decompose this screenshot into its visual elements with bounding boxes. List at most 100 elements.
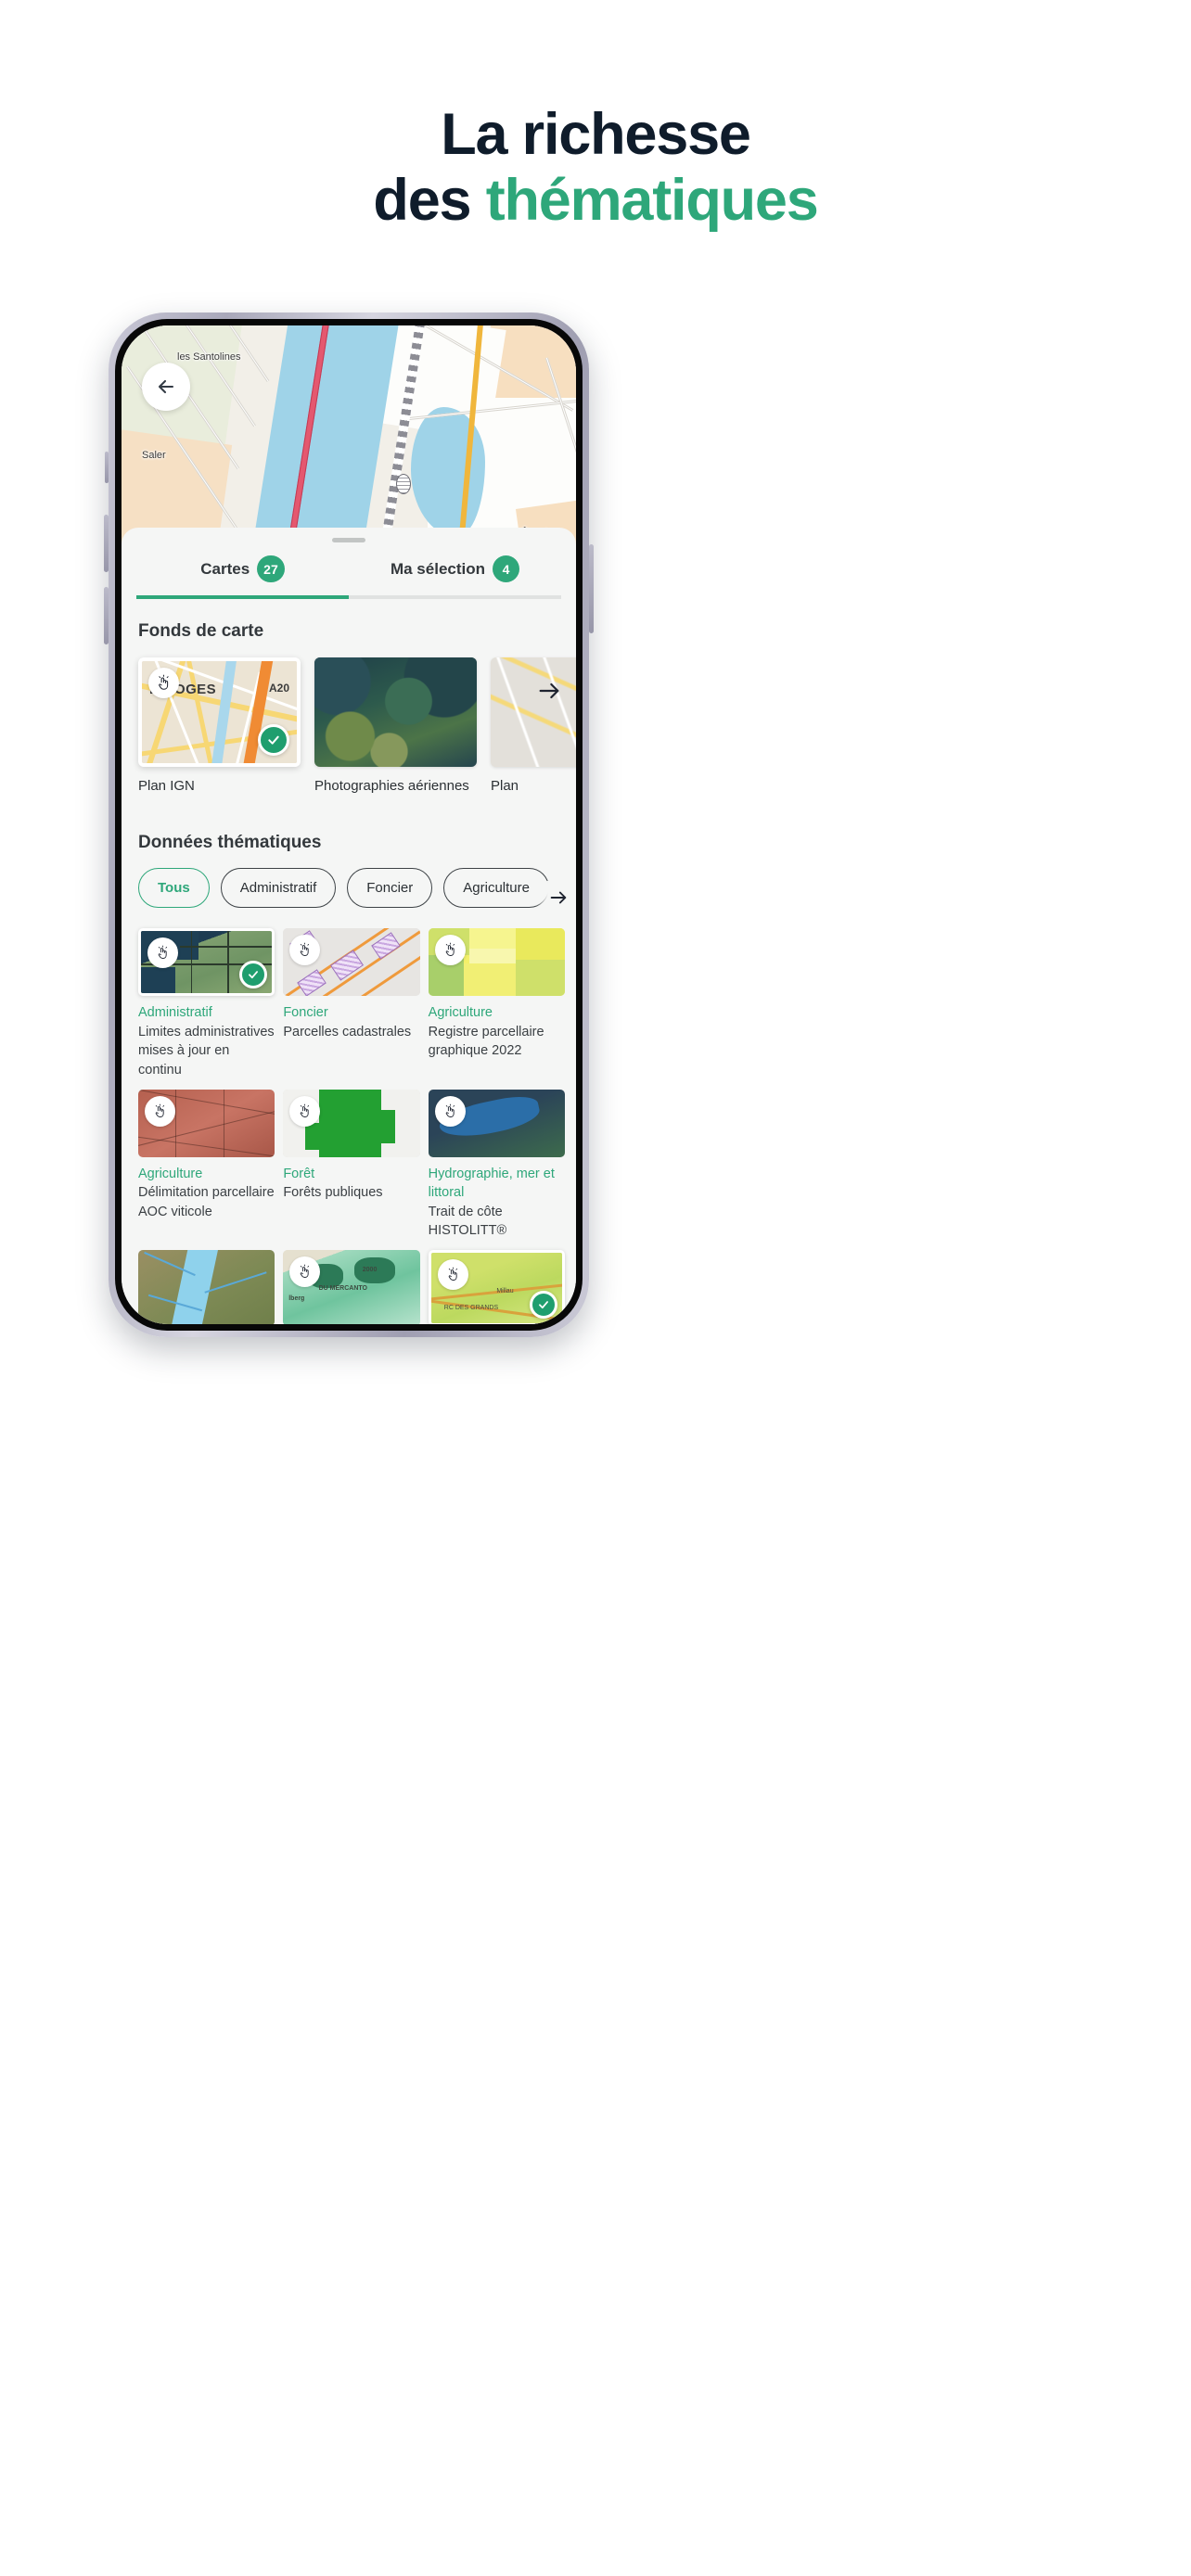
- hand-tap-icon: [301, 1103, 310, 1117]
- basemap-section-title: Fonds de carte: [138, 621, 264, 641]
- phone-power-button: [589, 544, 594, 633]
- phone-screen: les Santolines Saler les Îles d Cartes: [122, 325, 576, 1324]
- arrow-right-icon: [550, 891, 567, 904]
- basemap-card-plan-ign[interactable]: LIMOGES A20 Plan IGN: [138, 657, 301, 796]
- map-river: [246, 325, 403, 548]
- thematic-thumb-partial-3: Millau RC DES GRANDS: [428, 1249, 565, 1324]
- hand-tap-icon: [445, 1103, 455, 1117]
- hand-tap-icon: [445, 942, 455, 957]
- thematic-thumb-foret: [283, 1089, 420, 1157]
- chip-list: Tous Administratif Foncier Agriculture: [138, 868, 576, 909]
- hand-tap-icon: [158, 945, 168, 960]
- promo-card: La richesse des thématiques les Santolin…: [13, 13, 1178, 2563]
- tab-indicator-rail: [136, 595, 561, 599]
- thematic-category-agriculture-rpg: Agriculture: [428, 1005, 493, 1021]
- thematic-desc-foret: Forêts publiques: [283, 1185, 383, 1201]
- basemap-art-aerial: [314, 657, 477, 767]
- chips-next-arrow-button[interactable]: [535, 881, 569, 909]
- thematic-card-foret[interactable]: Forêt Forêts publiques: [283, 1089, 420, 1241]
- basemap-next-arrow-button[interactable]: [533, 675, 565, 707]
- basemap-label-plan-partial: Plan: [491, 778, 519, 794]
- touch-hand-icon: [145, 1095, 175, 1127]
- tab-ma-selection[interactable]: Ma sélection 4: [349, 555, 561, 595]
- chip-tous[interactable]: Tous: [138, 868, 210, 909]
- thematic-card-partial-1[interactable]: [138, 1249, 275, 1324]
- bottom-sheet: Cartes 27 Ma sélection 4 Fonds de carte …: [122, 528, 576, 1324]
- page-title: La richesse des thématiques: [13, 102, 1178, 233]
- basemap-art-plan-partial: [491, 657, 576, 767]
- thematic-filter-chips[interactable]: Tous Administratif Foncier Agriculture: [122, 853, 576, 909]
- thematic-card-grid: Administratif Limites administratives mi…: [122, 908, 576, 1324]
- thematic-card-agriculture-rpg[interactable]: Agriculture Registre parcellaire graphiq…: [428, 928, 565, 1079]
- arrow-right-icon: [539, 682, 559, 699]
- map-tunnel-symbol: [396, 474, 411, 494]
- thematic-thumb-agriculture-rpg: [428, 928, 565, 997]
- touch-hand-icon: [434, 1095, 466, 1127]
- thematic-thumb-agriculture-aoc: [138, 1089, 275, 1157]
- thematic-desc-agriculture-aoc: Délimitation parcellaire AOC viticole: [138, 1185, 275, 1219]
- thematic-card-hydrographie[interactable]: Hydrographie, mer et littoral Trait de c…: [428, 1089, 565, 1241]
- tab-ma-selection-badge: 4: [493, 555, 520, 582]
- basemap-label-aerial: Photographies aériennes: [314, 778, 469, 794]
- thematic-card-administratif[interactable]: Administratif Limites administratives mi…: [138, 928, 275, 1079]
- touch-hand-icon: [289, 1095, 321, 1127]
- selected-check-badge: [258, 724, 289, 756]
- sheet-scroll-area[interactable]: Fonds de carte LIMOGES A20 Plan IGN Phot…: [122, 599, 576, 1324]
- thematic-category-foret: Forêt: [283, 1166, 315, 1181]
- thematic-art-partial-1: [138, 1249, 275, 1324]
- phone-silence-switch: [105, 452, 109, 483]
- thematic-desc-agriculture-rpg: Registre parcellaire graphique 2022: [428, 1024, 544, 1059]
- chip-foncier[interactable]: Foncier: [347, 868, 433, 909]
- back-arrow-icon: [158, 379, 174, 394]
- check-icon: [268, 735, 279, 745]
- touch-hand-icon: [434, 935, 466, 966]
- tab-cartes[interactable]: Cartes 27: [136, 555, 349, 595]
- thematic-desc-foncier: Parcelles cadastrales: [283, 1024, 412, 1039]
- map-label-santolines: les Santolines: [177, 351, 241, 363]
- phone-mockup: les Santolines Saler les Îles d Cartes: [104, 312, 594, 1337]
- map-canvas[interactable]: les Santolines Saler les Îles d: [122, 325, 576, 548]
- basemap-card-photographies-aeriennes[interactable]: Photographies aériennes: [314, 657, 477, 796]
- thematic-thumb-administratif: [138, 928, 275, 997]
- page-title-line2: des thématiques: [13, 168, 1178, 234]
- touch-hand-icon: [437, 1258, 468, 1290]
- thematic-category-administratif: Administratif: [138, 1005, 212, 1021]
- basemap-label-plan-ign: Plan IGN: [138, 778, 195, 794]
- thematic-card-partial-2[interactable]: DU MERCANTO 2000 lberg: [283, 1249, 420, 1324]
- thematic-category-agriculture-aoc: Agriculture: [138, 1166, 203, 1181]
- hand-tap-icon: [155, 1103, 165, 1117]
- sheet-grabber[interactable]: [332, 538, 365, 542]
- hand-tap-icon: [448, 1267, 457, 1281]
- thematic-desc-hydrographie: Trait de côte HISTOLITT®: [428, 1204, 507, 1239]
- tab-cartes-badge: 27: [257, 555, 285, 582]
- selected-check-badge: [529, 1290, 557, 1319]
- tab-ma-selection-label: Ma sélection: [390, 559, 486, 578]
- basemap-thumb-aerial: [314, 657, 477, 767]
- tab-bar: Cartes 27 Ma sélection 4: [122, 555, 576, 595]
- thematic-section-title: Données thématiques: [138, 833, 322, 853]
- basemap-carousel[interactable]: LIMOGES A20 Plan IGN Photographies aérie…: [122, 642, 576, 796]
- phone-bezel: les Santolines Saler les Îles d Cartes: [115, 319, 583, 1331]
- chip-agriculture[interactable]: Agriculture: [443, 868, 549, 909]
- thematic-category-foncier: Foncier: [283, 1005, 328, 1021]
- thematic-desc-administratif: Limites administratives mises à jour en …: [138, 1024, 275, 1078]
- basemap-thumb-road-label: A20: [268, 682, 289, 695]
- thematic-card-partial-3[interactable]: Millau RC DES GRANDS: [428, 1249, 565, 1324]
- basemap-thumb-plan-partial: [491, 657, 576, 767]
- tab-cartes-label: Cartes: [200, 559, 250, 578]
- hand-tap-icon: [301, 942, 310, 957]
- check-icon: [539, 1301, 548, 1309]
- thematic-card-agriculture-aoc[interactable]: Agriculture Délimitation parcellaire AOC…: [138, 1089, 275, 1241]
- back-button[interactable]: [142, 363, 190, 411]
- hand-tap-icon: [159, 674, 169, 690]
- map-label-saler: Saler: [142, 450, 166, 461]
- thematic-card-foncier[interactable]: Foncier Parcelles cadastrales: [283, 928, 420, 1079]
- thematic-thumb-partial-2: DU MERCANTO 2000 lberg: [283, 1249, 420, 1324]
- chip-administratif[interactable]: Administratif: [220, 868, 337, 909]
- touch-hand-icon: [148, 668, 179, 698]
- page-title-line2-prefix: des: [373, 167, 486, 233]
- tab-active-indicator: [136, 595, 349, 599]
- thematic-category-hydrographie: Hydrographie, mer et littoral: [428, 1166, 555, 1201]
- basemap-thumb-plan-ign: LIMOGES A20: [138, 657, 301, 767]
- check-icon: [249, 971, 259, 979]
